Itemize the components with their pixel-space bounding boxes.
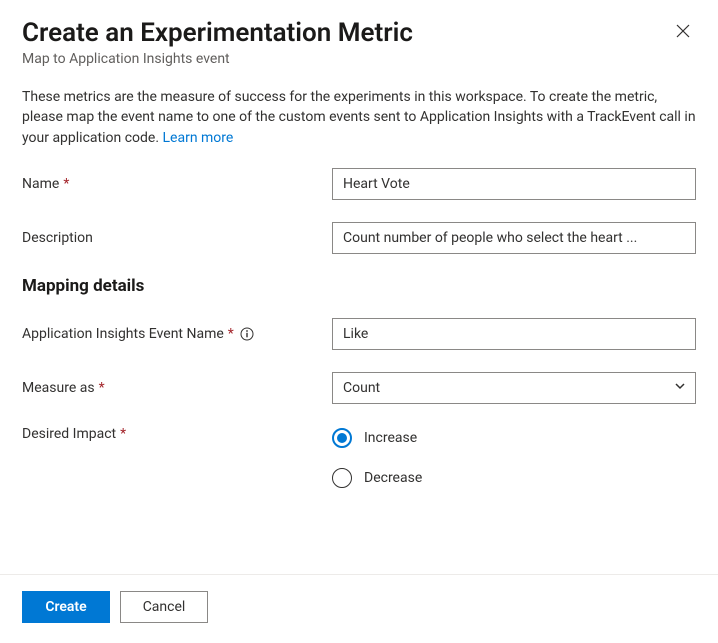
radio-button-selected-icon: [332, 428, 352, 448]
info-icon[interactable]: [240, 327, 254, 341]
name-label: Name *: [22, 176, 332, 192]
measure-as-label: Measure as *: [22, 380, 332, 396]
description-input[interactable]: [332, 222, 696, 254]
create-button[interactable]: Create: [22, 591, 110, 623]
panel-subtitle: Map to Application Insights event: [22, 51, 413, 67]
footer: Create Cancel: [0, 574, 718, 643]
intro-text: These metrics are the measure of success…: [22, 87, 696, 148]
desired-impact-label: Desired Impact *: [22, 426, 332, 442]
event-name-label: Application Insights Event Name *: [22, 326, 332, 342]
radio-button-icon: [332, 468, 352, 488]
close-icon: [676, 24, 690, 38]
cancel-button[interactable]: Cancel: [120, 591, 208, 623]
description-label: Description: [22, 230, 332, 246]
mapping-details-heading: Mapping details: [22, 276, 696, 296]
panel-title: Create an Experimentation Metric: [22, 18, 413, 49]
event-name-input[interactable]: [332, 318, 696, 350]
measure-as-value: Count: [343, 380, 380, 396]
name-input[interactable]: [332, 168, 696, 200]
measure-as-select[interactable]: Count: [332, 372, 696, 404]
learn-more-link[interactable]: Learn more: [163, 130, 234, 146]
radio-increase[interactable]: Increase: [332, 428, 696, 448]
required-indicator: *: [63, 176, 69, 192]
close-button[interactable]: [670, 18, 696, 48]
radio-decrease[interactable]: Decrease: [332, 468, 696, 488]
radio-decrease-label: Decrease: [364, 470, 422, 486]
desired-impact-radio-group: Increase Decrease: [332, 426, 696, 488]
radio-increase-label: Increase: [364, 430, 417, 446]
intro-text-body: These metrics are the measure of success…: [22, 89, 696, 146]
required-indicator: *: [228, 326, 234, 342]
required-indicator: *: [120, 426, 126, 442]
required-indicator: *: [99, 380, 105, 396]
